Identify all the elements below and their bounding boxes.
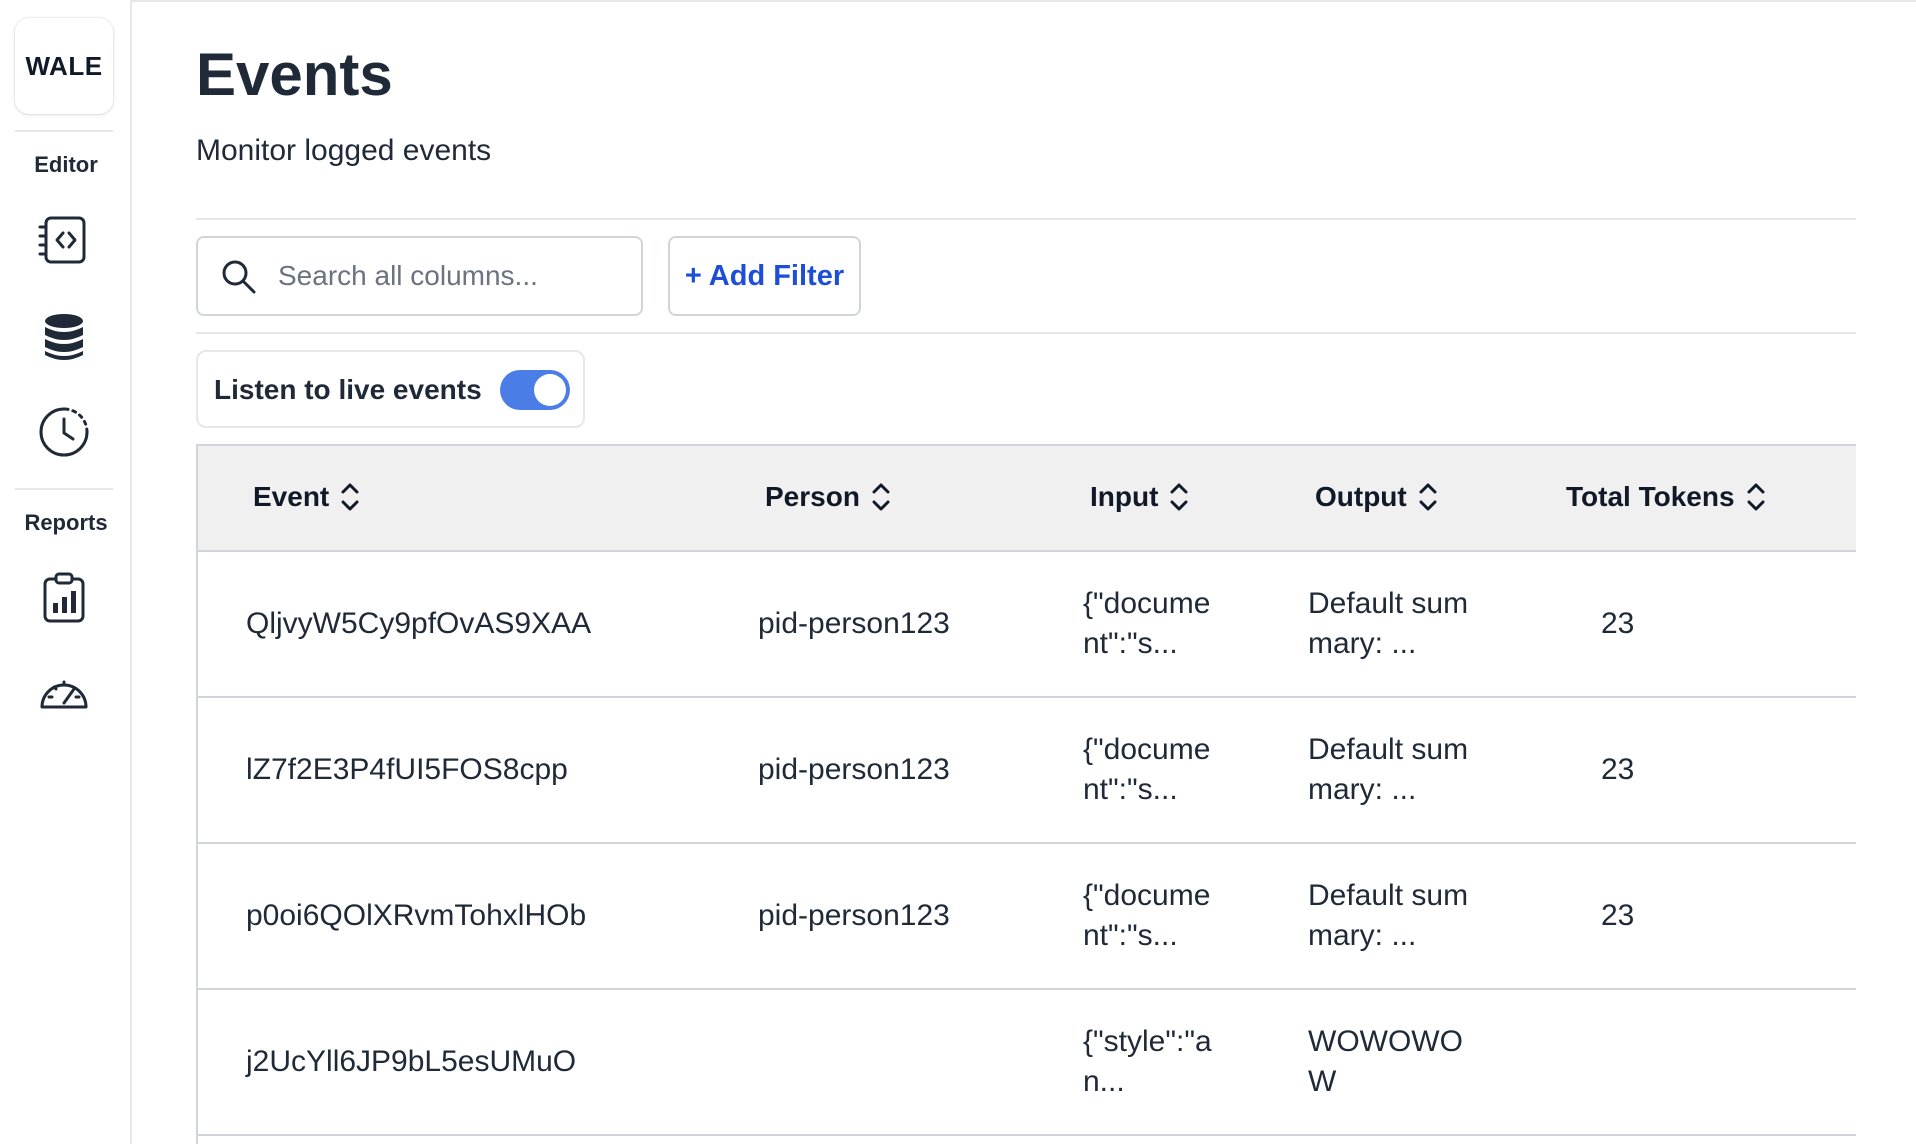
- tokens-cell: 23: [1601, 753, 1635, 786]
- sort-icon: [1170, 483, 1188, 511]
- column-header-label: Event: [253, 481, 330, 512]
- code-file-icon[interactable]: [34, 210, 94, 270]
- search-box[interactable]: [196, 236, 643, 316]
- live-events-label: Listen to live events: [214, 374, 482, 405]
- input-cell: {"document":"s...: [1083, 879, 1211, 952]
- column-header-output[interactable]: Output: [1315, 480, 1439, 514]
- sidebar-divider: [15, 130, 113, 132]
- input-cell: {"document":"s...: [1083, 587, 1211, 660]
- clipboard-chart-icon[interactable]: [34, 568, 94, 628]
- output-cell: WOWOWOW: [1308, 1025, 1463, 1098]
- event-id-cell: QljvyW5Cy9pfOvAS9XAA: [246, 607, 592, 640]
- database-icon[interactable]: [34, 308, 94, 368]
- output-cell: Default summary: ...: [1308, 733, 1469, 806]
- table-row[interactable]: lZ7f2E3P4fUI5FOS8cpp pid-person123 {"doc…: [198, 698, 1856, 844]
- search-input[interactable]: [278, 256, 628, 296]
- person-cell: pid-person123: [758, 753, 950, 786]
- sort-icon: [1419, 483, 1437, 511]
- column-header-label: Person: [765, 481, 860, 512]
- table-row[interactable]: j2UcYll6JP9bL5esUMuO {"style":"an... WOW…: [198, 990, 1856, 1136]
- live-events-toggle[interactable]: [500, 370, 570, 410]
- output-cell: Default summary: ...: [1308, 587, 1469, 660]
- input-cell: {"document":"s...: [1083, 733, 1211, 806]
- page-title: Events: [196, 41, 393, 108]
- live-events-control: Listen to live events: [196, 350, 585, 428]
- column-header-label: Input: [1090, 481, 1159, 512]
- input-cell: {"style":"an...: [1083, 1025, 1212, 1098]
- add-filter-button[interactable]: + Add Filter: [668, 236, 861, 316]
- search-icon: [222, 260, 256, 294]
- table-row[interactable]: QljvyW5Cy9pfOvAS9XAA pid-person123 {"doc…: [198, 552, 1856, 698]
- column-header-label: Output: [1315, 481, 1407, 512]
- table-row[interactable]: p0oi6QOlXRvmTohxlHOb pid-person123 {"doc…: [198, 844, 1856, 990]
- event-id-cell: p0oi6QOlXRvmTohxlHOb: [246, 899, 587, 932]
- sidebar-section-editor: Editor: [34, 152, 98, 177]
- sidebar: WALE Editor Reports: [0, 0, 132, 1144]
- tokens-cell: 23: [1601, 899, 1635, 932]
- tokens-cell: 23: [1601, 607, 1635, 640]
- event-id-cell: lZ7f2E3P4fUI5FOS8cpp: [246, 753, 568, 786]
- app-logo[interactable]: WALE: [15, 18, 113, 114]
- divider: [196, 218, 1856, 220]
- toggle-knob: [534, 374, 566, 406]
- sort-icon: [1747, 483, 1765, 511]
- table-header: Event Person Input Output Total Tokens: [198, 444, 1856, 552]
- speedometer-icon[interactable]: [34, 664, 94, 724]
- person-cell: pid-person123: [758, 607, 950, 640]
- main-content: Events Monitor logged events + Add Filte…: [196, 0, 1856, 1144]
- sidebar-section-reports: Reports: [24, 510, 108, 535]
- column-header-input[interactable]: Input: [1090, 480, 1190, 514]
- divider: [196, 332, 1856, 334]
- history-clock-icon[interactable]: [34, 402, 94, 462]
- column-header-total-tokens[interactable]: Total Tokens: [1566, 480, 1767, 514]
- column-header-event[interactable]: Event: [253, 480, 361, 514]
- events-table: Event Person Input Output Total Tokens Q…: [196, 444, 1856, 1144]
- page-subtitle: Monitor logged events: [196, 134, 492, 167]
- column-header-person[interactable]: Person: [765, 480, 892, 514]
- person-cell: pid-person123: [758, 899, 950, 932]
- output-cell: Default summary: ...: [1308, 879, 1469, 952]
- sort-icon: [872, 483, 890, 511]
- event-id-cell: j2UcYll6JP9bL5esUMuO: [246, 1045, 577, 1078]
- sidebar-divider: [15, 488, 113, 490]
- column-header-label: Total Tokens: [1566, 481, 1735, 512]
- sort-icon: [341, 483, 359, 511]
